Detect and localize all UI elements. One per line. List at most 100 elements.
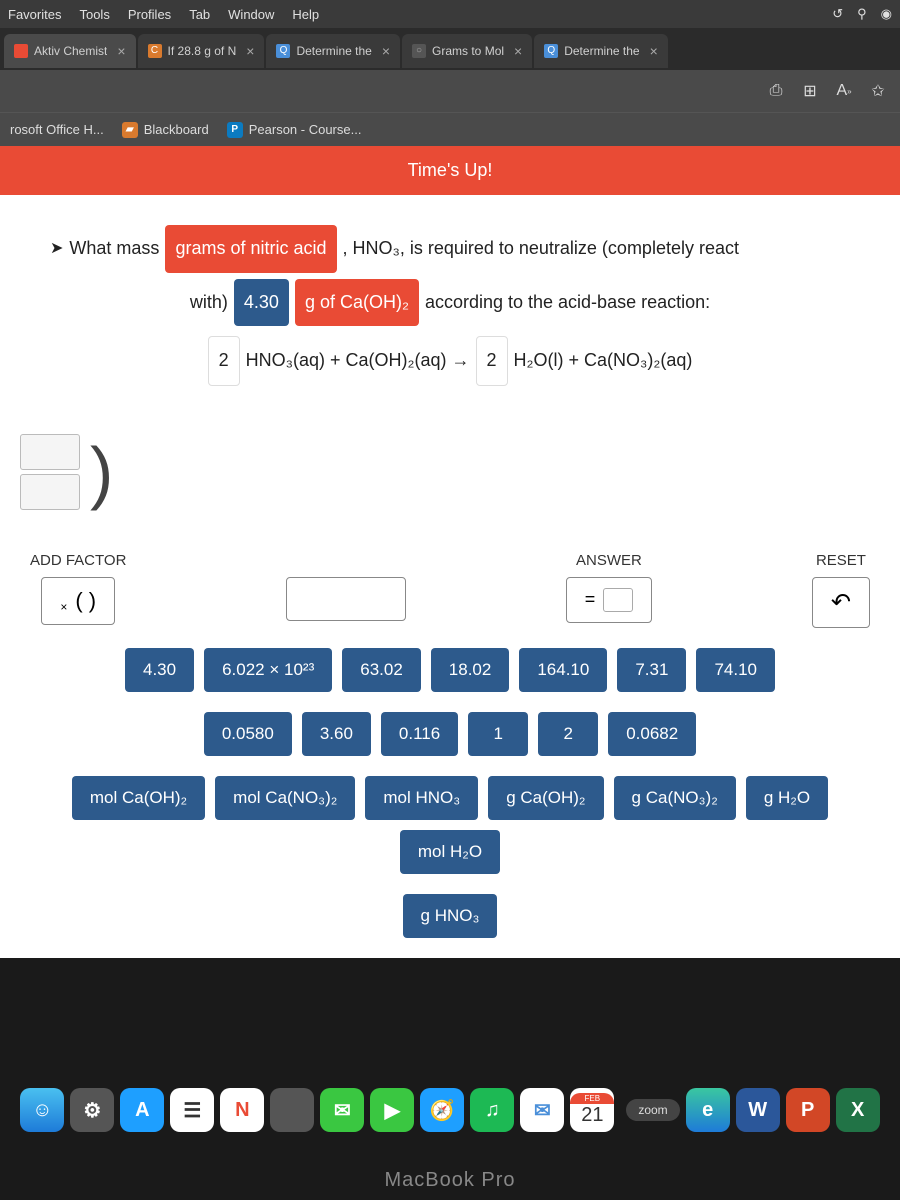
menu-tab[interactable]: Tab [189,7,210,22]
menu-tools[interactable]: Tools [79,7,109,22]
tile-number[interactable]: 4.30 [125,648,194,692]
tile-unit[interactable]: mol Ca(NO₃)₂ [215,776,355,820]
bookmark-blackboard[interactable]: ▰ Blackboard [122,122,209,138]
laptop-label: MacBook Pro [0,1169,900,1192]
close-icon[interactable]: × [246,43,254,59]
tab-grams[interactable]: ○ Grams to Mol × [402,34,532,68]
grid-icon[interactable]: ⊞ [800,81,820,101]
bookmark-office[interactable]: rosoft Office H... [10,122,104,137]
tile-number[interactable]: 2 [538,712,598,756]
reminders-icon[interactable]: ☰ [170,1088,214,1132]
bookmark-icon: P [227,122,243,138]
tab-aktiv[interactable]: Aktiv Chemist × [4,34,136,68]
bluetooth-icon[interactable]: ⚲ [857,6,867,22]
fraction-input[interactable] [20,434,80,510]
denominator-cell[interactable] [20,474,80,510]
tile-number[interactable]: 164.10 [519,648,607,692]
close-icon[interactable]: × [650,43,658,59]
favorite-icon[interactable]: ✩ [868,81,888,101]
excel-icon[interactable]: X [836,1088,880,1132]
screenshot-icon[interactable]: ⎙ [766,81,786,101]
answer-box[interactable]: = [566,577,653,623]
reset-label: RESET [816,552,866,569]
tile-unit[interactable]: g Ca(NO₃)₂ [614,776,736,820]
add-factor-button[interactable]: × ( ) [41,577,115,625]
edge-icon[interactable]: e [686,1088,730,1132]
powerpoint-icon[interactable]: P [786,1088,830,1132]
menu-help[interactable]: Help [292,7,319,22]
tile-number[interactable]: 74.10 [696,648,775,692]
tile-number[interactable]: 0.0682 [608,712,696,756]
tile-number[interactable]: 18.02 [431,648,510,692]
notion-icon[interactable]: N [220,1088,264,1132]
cursor-icon: ➤ [50,231,63,266]
menu-profiles[interactable]: Profiles [128,7,171,22]
spotify-icon[interactable]: ♫ [470,1088,514,1132]
blank-group [286,552,406,621]
tile-unit[interactable]: g H₂O [746,776,828,820]
tile-number[interactable]: 6.022 × 10²³ [204,648,332,692]
close-icon[interactable]: × [117,43,125,59]
numerator-cell[interactable] [20,434,80,470]
tile-number[interactable]: 0.116 [381,712,458,756]
work-area: ) [0,412,900,532]
settings-icon[interactable]: ⚙ [70,1088,114,1132]
tab-label: Determine the [296,44,371,58]
unit-tiles-row1: mol Ca(OH)₂ mol Ca(NO₃)₂ mol HNO₃ g Ca(O… [0,776,900,894]
tile-number[interactable]: 1 [468,712,528,756]
tile-number[interactable]: 0.0580 [204,712,292,756]
close-icon[interactable]: × [382,43,390,59]
blank-box[interactable] [286,577,406,621]
number-tiles-row1: 4.30 6.022 × 10²³ 63.02 18.02 164.10 7.3… [0,638,900,712]
tab-determine1[interactable]: Q Determine the × [266,34,400,68]
tab-strip: Aktiv Chemist × C If 28.8 g of N × Q Det… [0,28,900,70]
question-text: according to the acid-base reaction: [425,283,710,323]
menu-favorites[interactable]: Favorites [8,7,61,22]
close-icon[interactable]: × [514,43,522,59]
text-icon[interactable]: A» [834,81,854,101]
menu-window[interactable]: Window [228,7,274,22]
tile-number[interactable]: 7.31 [617,648,686,692]
app-icon[interactable] [270,1088,314,1132]
camera-icon[interactable]: ◉ [881,6,892,22]
coef-box[interactable]: 2 [208,336,240,386]
question-text: What mass [69,229,159,269]
messages-icon[interactable]: ✉ [320,1088,364,1132]
bookmark-pearson[interactable]: P Pearson - Course... [227,122,362,138]
menu-bar: Favorites Tools Profiles Tab Window Help… [0,0,900,28]
question-text: , HNO₃, is required to neutralize (compl… [343,229,739,269]
bookmark-label: Pearson - Course... [249,122,362,137]
calendar-month: FEB [570,1093,614,1104]
number-tiles-row2: 0.0580 3.60 0.116 1 2 0.0682 [0,712,900,776]
word-icon[interactable]: W [736,1088,780,1132]
finder-icon[interactable]: ☺ [20,1088,64,1132]
chip-430: 4.30 [234,279,289,327]
reset-group: RESET ↶ [812,552,870,628]
zoom-pill[interactable]: zoom [626,1099,679,1121]
tile-unit[interactable]: mol Ca(OH)₂ [72,776,205,820]
tab-icon: ○ [412,44,426,58]
factor-parens: ( ) [75,588,96,614]
tab-determine2[interactable]: Q Determine the × [534,34,668,68]
app-store-icon[interactable]: A [120,1088,164,1132]
undo-icon: ↶ [831,588,851,617]
tile-number[interactable]: 63.02 [342,648,421,692]
tile-unit[interactable]: g Ca(OH)₂ [488,776,603,820]
tile-unit[interactable]: g HNO₃ [403,894,498,938]
safari-icon[interactable]: 🧭 [420,1088,464,1132]
calendar-icon[interactable]: FEB 21 [570,1088,614,1132]
history-icon[interactable]: ↺ [832,6,843,22]
equals-icon: = [585,589,596,610]
times-icon: × [60,600,67,614]
coef-box[interactable]: 2 [476,336,508,386]
calendar-day: 21 [581,1104,603,1127]
tile-unit[interactable]: mol H₂O [400,830,500,874]
tile-unit[interactable]: mol HNO₃ [365,776,478,820]
facetime-icon[interactable]: ▶ [370,1088,414,1132]
reset-button[interactable]: ↶ [812,577,870,628]
question-text: with) [190,283,228,323]
answer-slot[interactable] [603,588,633,612]
tab-if288[interactable]: C If 28.8 g of N × [138,34,265,68]
mail-icon[interactable]: ✉ [520,1088,564,1132]
tile-number[interactable]: 3.60 [302,712,371,756]
